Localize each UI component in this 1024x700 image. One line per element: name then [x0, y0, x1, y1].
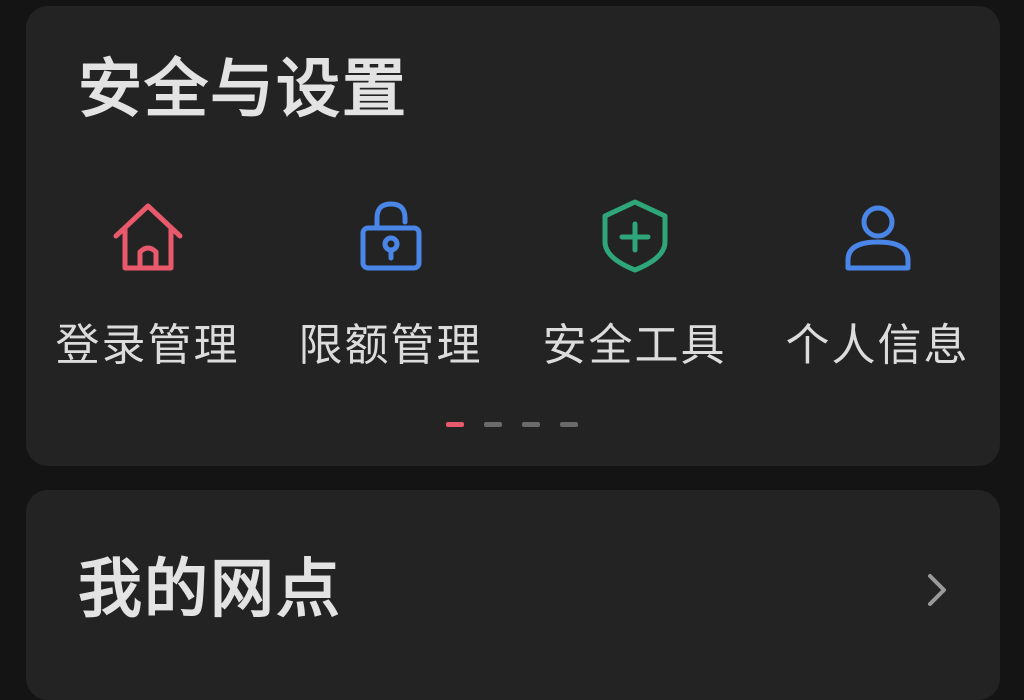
security-settings-title: 安全与设置: [78, 53, 408, 127]
shortcut-personal-info[interactable]: 个人信息: [756, 192, 999, 382]
home-icon: [110, 198, 186, 274]
user-icon: [840, 198, 916, 274]
shortcut-security-tools[interactable]: 安全工具: [513, 192, 756, 382]
shield-plus-icon: [597, 198, 673, 274]
shortcut-label: 限额管理: [298, 320, 483, 371]
page-dot[interactable]: [484, 422, 502, 427]
lock-icon: [353, 198, 429, 274]
page-dot[interactable]: [522, 422, 540, 427]
chevron-right-icon[interactable]: [916, 570, 956, 610]
security-settings-card: 安全与设置 登录管理 限额管理 安全工具 个人信息: [26, 6, 1000, 466]
shortcut-limit-management[interactable]: 限额管理: [269, 192, 512, 382]
security-shortcuts: 登录管理 限额管理 安全工具 个人信息: [26, 192, 1000, 382]
shortcut-label: 登录管理: [55, 320, 240, 371]
shortcut-label: 安全工具: [542, 320, 727, 371]
page-dot[interactable]: [446, 422, 464, 427]
my-outlets-title: 我的网点: [78, 553, 342, 627]
shortcut-login-management[interactable]: 登录管理: [26, 192, 269, 382]
my-outlets-card[interactable]: 我的网点: [26, 490, 1000, 700]
page-dot[interactable]: [560, 422, 578, 427]
shortcut-label: 个人信息: [785, 320, 970, 371]
